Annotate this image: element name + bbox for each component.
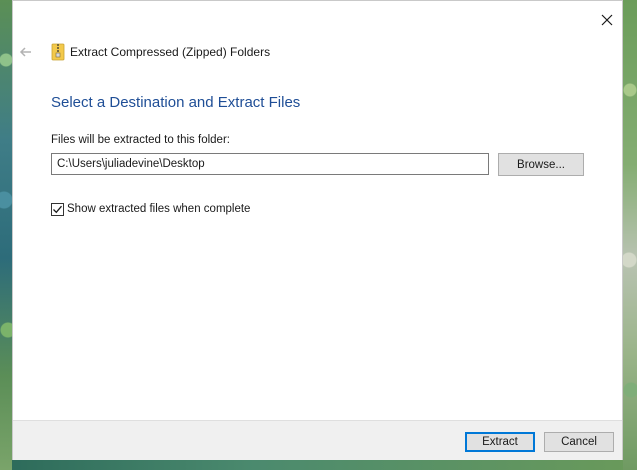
back-button[interactable] bbox=[17, 43, 35, 61]
extract-dialog: Extract Compressed (Zipped) Folders Sele… bbox=[12, 0, 623, 460]
show-files-checkbox[interactable] bbox=[51, 202, 64, 216]
zip-folder-icon bbox=[51, 42, 65, 62]
dialog-footer: Extract Cancel bbox=[13, 420, 622, 460]
close-icon bbox=[601, 14, 613, 26]
destination-path-input[interactable] bbox=[51, 153, 489, 175]
show-files-option[interactable]: Show extracted files when complete bbox=[51, 201, 250, 217]
desktop-background-right bbox=[623, 0, 637, 470]
cancel-button[interactable]: Cancel bbox=[544, 432, 614, 452]
window-title: Extract Compressed (Zipped) Folders bbox=[70, 45, 271, 59]
extract-button[interactable]: Extract bbox=[465, 432, 535, 452]
desktop-background-left bbox=[0, 0, 12, 470]
show-files-label: Show extracted files when complete bbox=[67, 203, 251, 215]
browse-button[interactable]: Browse... bbox=[498, 153, 584, 176]
navigation-row: Extract Compressed (Zipped) Folders bbox=[13, 39, 622, 67]
title-bar bbox=[13, 1, 622, 31]
back-arrow-icon bbox=[19, 47, 31, 57]
checkmark-icon bbox=[53, 205, 62, 213]
page-heading: Select a Destination and Extract Files bbox=[51, 94, 301, 111]
close-button[interactable] bbox=[600, 13, 614, 27]
destination-label: Files will be extracted to this folder: bbox=[51, 134, 230, 146]
